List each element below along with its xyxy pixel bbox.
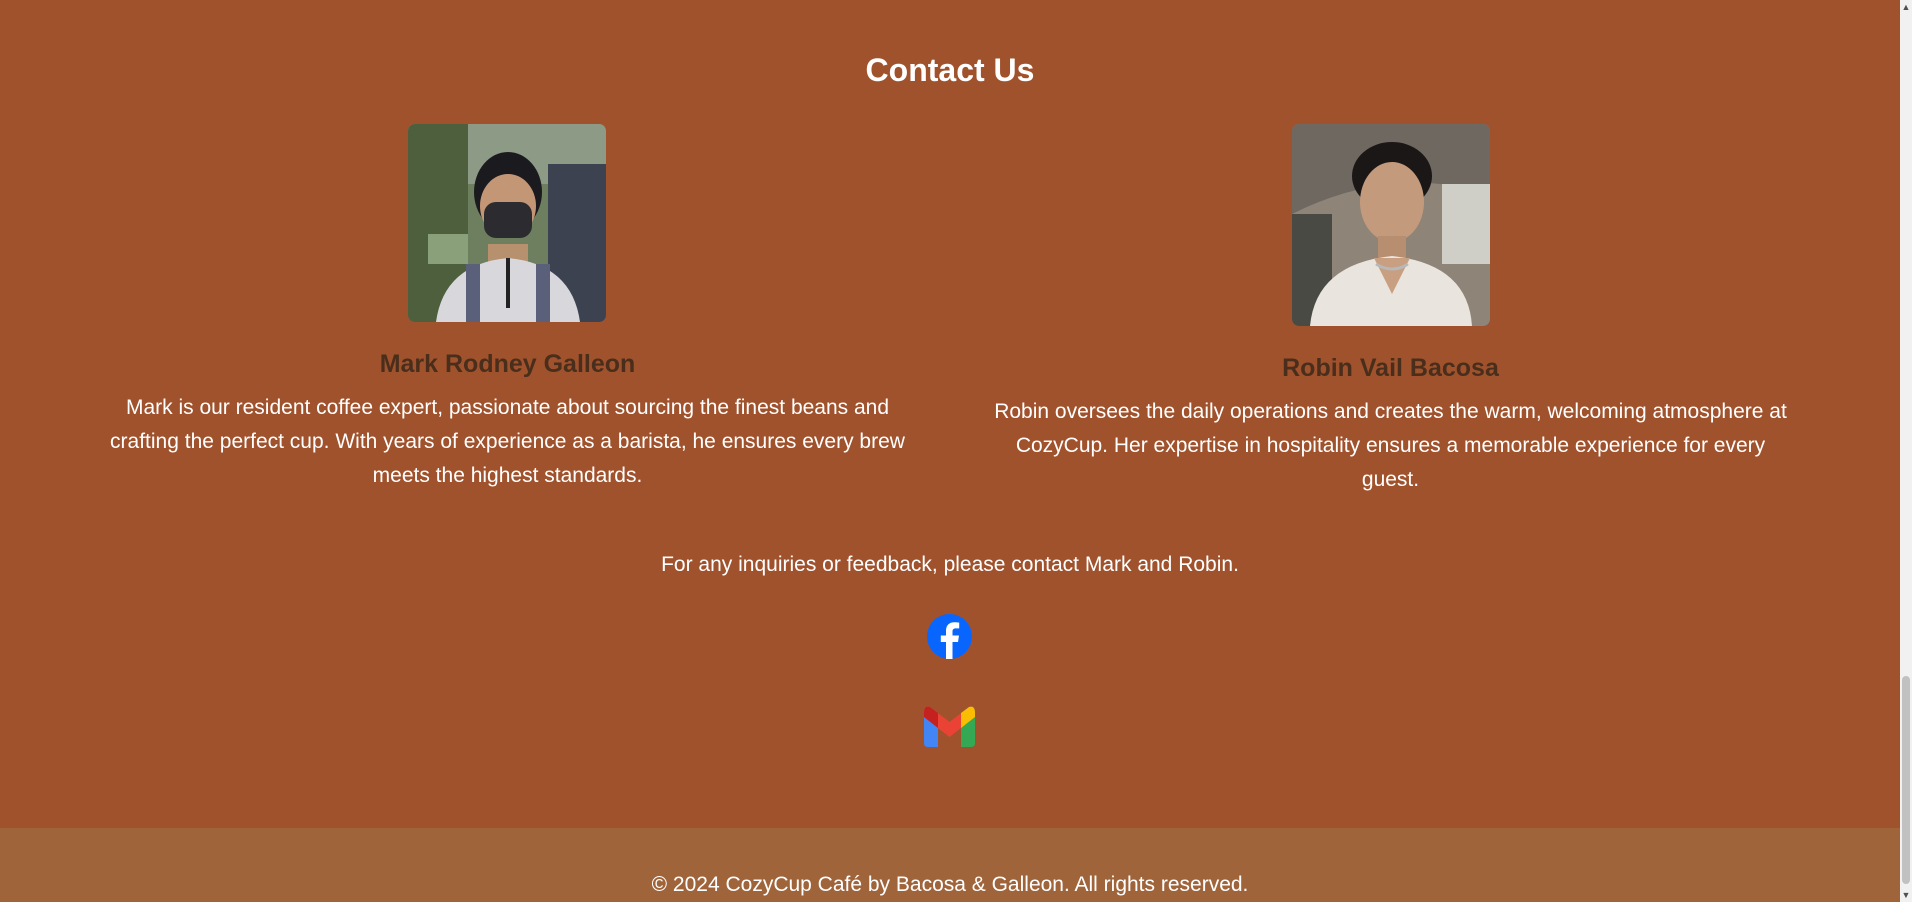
page: Contact Us Mark Rodney Galleon Mark is o… [0, 0, 1900, 902]
contact-section: Contact Us Mark Rodney Galleon Mark is o… [0, 0, 1900, 828]
person-bio: Mark is our resident coffee expert, pass… [110, 396, 905, 487]
scroll-down-arrow-icon[interactable]: ▼ [1900, 888, 1912, 902]
section-title: Contact Us [865, 52, 1035, 88]
vertical-scrollbar[interactable]: ▲ ▼ [1900, 0, 1912, 902]
footer-copyright: © 2024 CozyCup Café by Bacosa & Galleon.… [651, 873, 1249, 896]
gmail-icon [924, 706, 975, 747]
scrollbar-thumb[interactable] [1902, 676, 1910, 884]
footer: © 2024 CozyCup Café by Bacosa & Galleon.… [0, 828, 1900, 902]
robin-photo [1292, 124, 1490, 326]
person-name: Robin Vail Bacosa [1282, 354, 1499, 382]
person-name: Mark Rodney Galleon [379, 350, 636, 378]
facebook-link[interactable] [927, 614, 972, 659]
inquiry-text: For any inquiries or feedback, please co… [661, 553, 1239, 576]
facebook-icon [927, 614, 972, 659]
mark-photo [408, 124, 606, 322]
scroll-up-arrow-icon[interactable]: ▲ [1900, 0, 1912, 14]
person-bio: Robin oversees the daily operations and … [994, 400, 1787, 491]
gmail-link[interactable] [922, 703, 977, 748]
